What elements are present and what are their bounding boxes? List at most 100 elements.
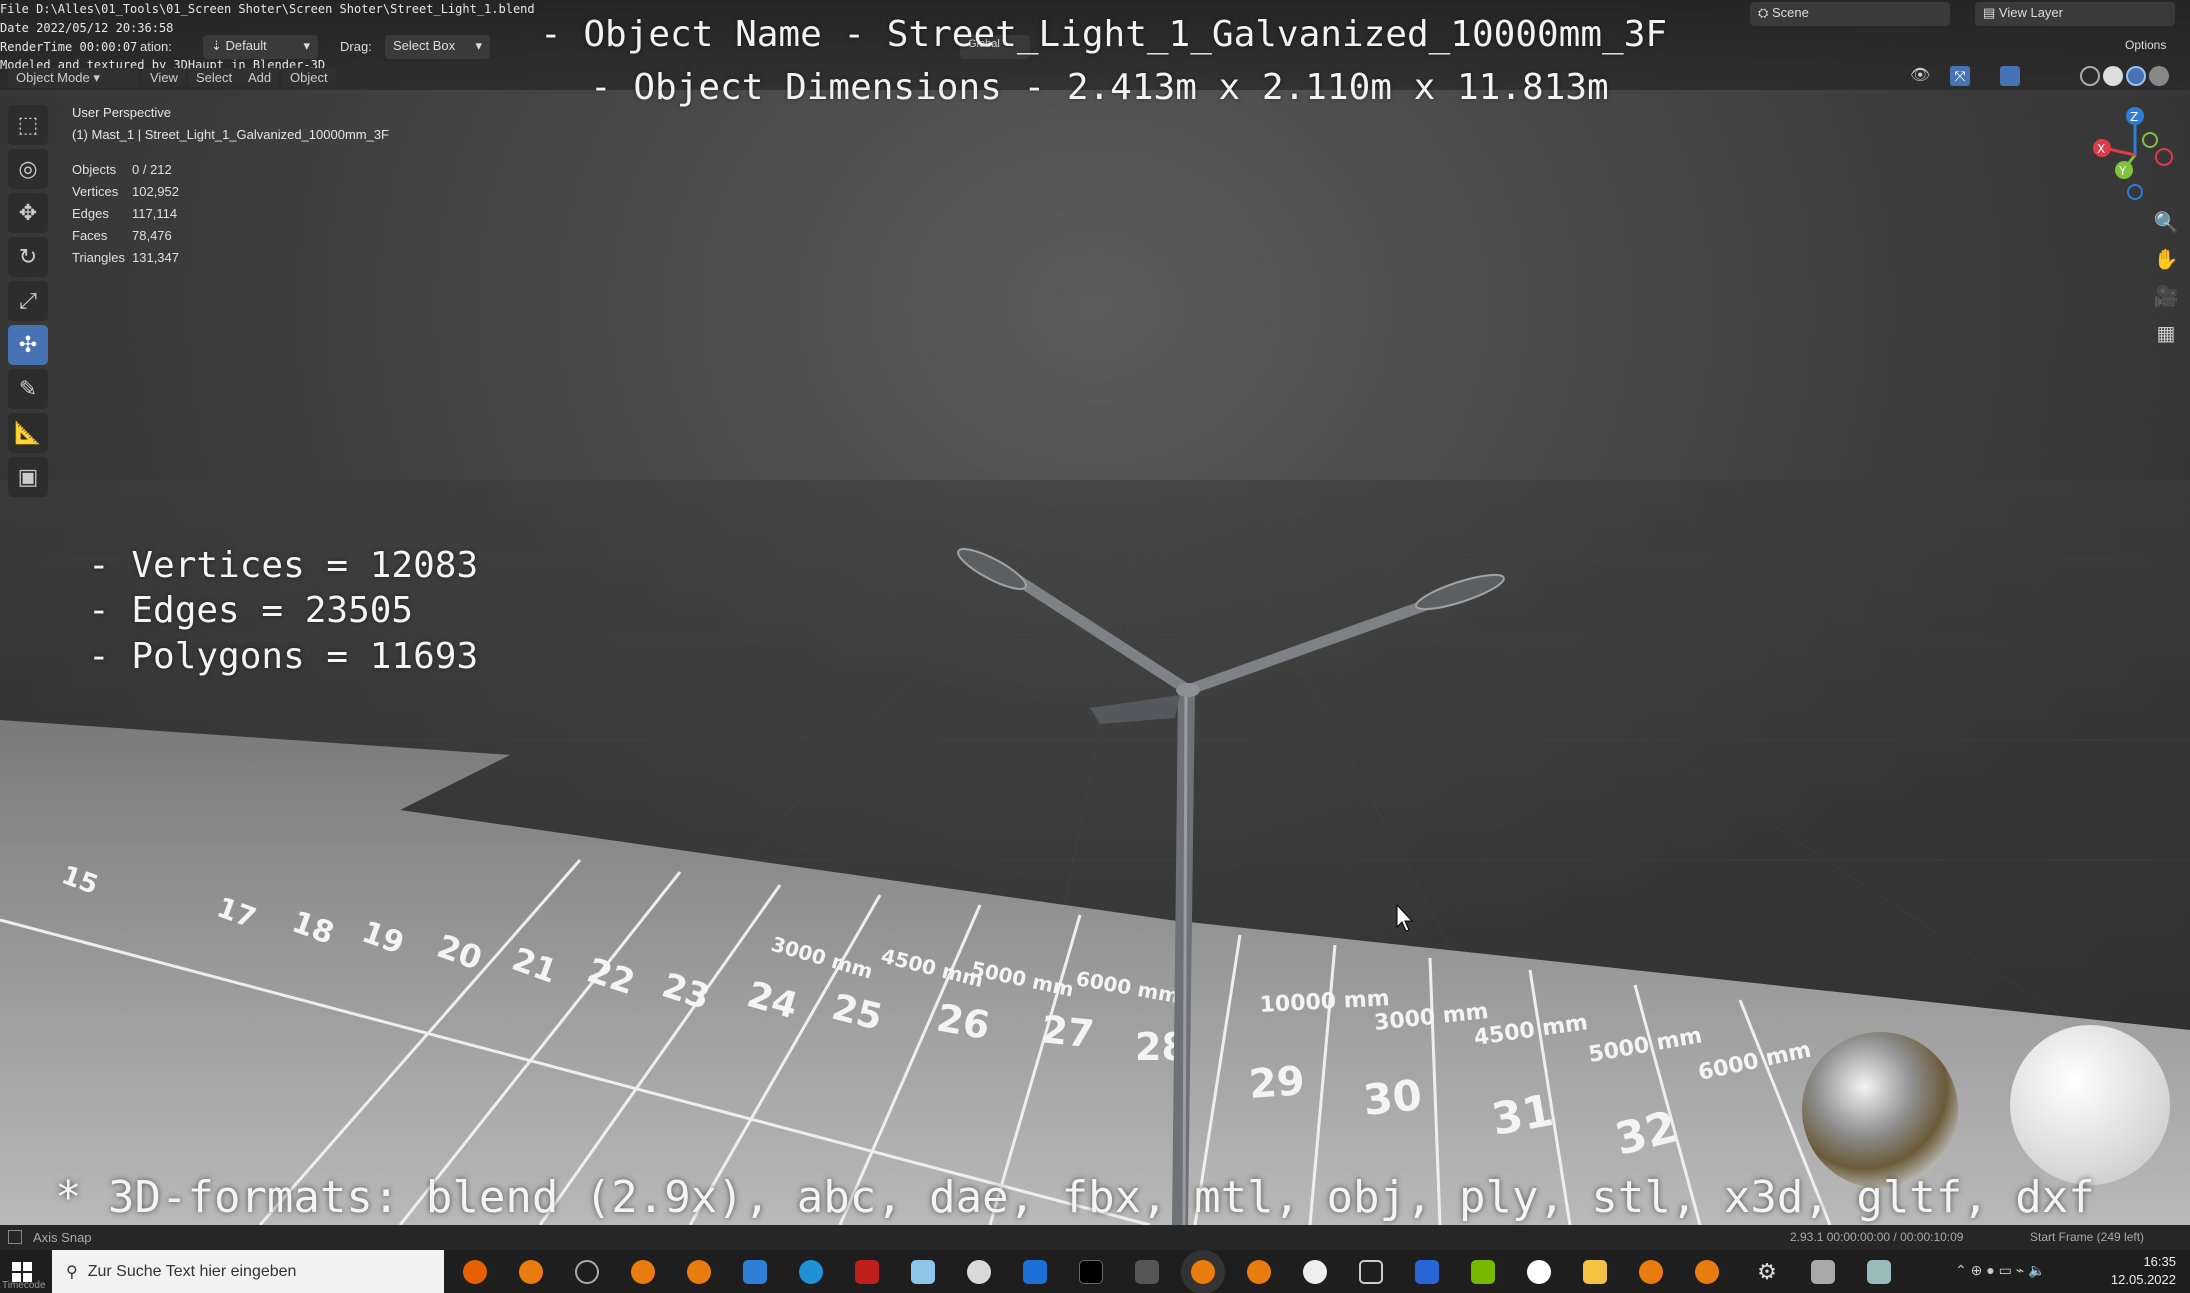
vertices-overlay: - Vertices = 12083 <box>88 545 479 586</box>
menu-select[interactable]: Select <box>188 68 241 87</box>
zoom-icon[interactable]: 🔍 <box>2150 206 2182 238</box>
ground-number: 29 <box>1247 1058 1306 1108</box>
blender-icon[interactable] <box>519 1260 543 1284</box>
object-mode-dropdown[interactable]: Object Mode ▾ <box>8 68 139 88</box>
drag-label: Drag: <box>340 39 372 54</box>
navigation-gizmo[interactable]: Z Y X <box>2090 100 2180 210</box>
date-text: Date 2022/05/12 20:36:58 <box>0 21 174 35</box>
options-button[interactable]: Options <box>2125 38 2166 52</box>
taskbar-clock[interactable]: 16:35 12.05.2022 <box>2111 1253 2176 1289</box>
solid-shading-button[interactable] <box>2103 66 2123 86</box>
blender-icon[interactable] <box>631 1260 655 1284</box>
app-notes-icon[interactable] <box>911 1260 935 1284</box>
rotate-icon[interactable]: ↻ <box>8 237 48 277</box>
menu-add[interactable]: Add <box>240 68 280 87</box>
app-panda-icon[interactable] <box>1303 1260 1327 1284</box>
edge-browser-icon[interactable] <box>799 1260 823 1284</box>
blender-active-icon[interactable] <box>1191 1260 1215 1284</box>
chrome-sphere <box>1802 1032 1958 1188</box>
axis-snap-label: Axis Snap <box>33 1230 92 1245</box>
overlays-toggle-icon[interactable] <box>2000 66 2020 86</box>
blender-icon[interactable] <box>687 1260 711 1284</box>
status-bar: Axis Snap 2.93.1 00:00:00:00 / 00:00:10:… <box>0 1225 2190 1250</box>
white-sphere <box>2010 1025 2170 1185</box>
app-cube-icon[interactable] <box>1359 1260 1383 1284</box>
annotate-icon[interactable]: ✎ <box>8 369 48 409</box>
axis-snap-icon <box>8 1230 22 1244</box>
menu-view[interactable]: View <box>142 68 186 87</box>
ground-number: 27 <box>1039 1007 1096 1056</box>
ground-number: 31 <box>1488 1085 1557 1146</box>
search-icon: ⚲ <box>66 1263 78 1281</box>
windows-start-icon[interactable] <box>12 1262 32 1282</box>
blender-icon[interactable] <box>1247 1260 1271 1284</box>
nvidia-icon[interactable] <box>1471 1260 1495 1284</box>
pan-hand-icon[interactable]: ✋ <box>2150 243 2182 275</box>
chevron-down-icon: ▾ <box>303 38 310 53</box>
ground-number: 26 <box>933 996 993 1049</box>
perspective-label: User Perspective <box>72 105 171 120</box>
3d-viewport[interactable]: 15 17 18 19 20 21 22 23 24 25 26 27 28 2… <box>0 0 2190 1225</box>
calendar-icon[interactable] <box>1415 1260 1439 1284</box>
drag-dropdown[interactable]: Select Box ▾ <box>385 35 490 59</box>
scale-icon[interactable]: ⤢ <box>8 281 48 321</box>
render-time-text: RenderTime 00:00:07 <box>0 40 138 54</box>
app-red-icon[interactable] <box>855 1260 879 1284</box>
taskbar-search-box[interactable]: ⚲ Zur Suche Text hier eingeben <box>52 1250 444 1293</box>
formats-overlay: * 3D-formats: blend (2.9x), abc, dae, fb… <box>55 1172 2095 1223</box>
version-timecode: 2.93.1 00:00:00:00 / 00:00:10:09 <box>1790 1230 1964 1244</box>
move-icon[interactable]: ✥ <box>8 193 48 233</box>
terminal-icon[interactable] <box>1079 1260 1103 1284</box>
app-gray-icon[interactable] <box>1135 1260 1159 1284</box>
app-window-icon[interactable] <box>1811 1260 1835 1284</box>
orientation-icon: ⇣ <box>211 38 226 53</box>
blender-icon[interactable] <box>1639 1260 1663 1284</box>
grid-view-icon[interactable]: ▦ <box>2150 317 2182 349</box>
tool-shelf: ⬚ ◎ ✥ ↻ ⤢ ✣ ✎ 📐 ▣ <box>8 105 48 501</box>
file-explorer-icon[interactable] <box>1583 1260 1607 1284</box>
obs-icon[interactable] <box>575 1260 599 1284</box>
firefox-icon[interactable] <box>463 1260 487 1284</box>
app-circle-icon[interactable] <box>1527 1260 1551 1284</box>
camera-icon[interactable]: 🎥 <box>2150 280 2182 312</box>
ground-number: 30 <box>1361 1070 1424 1125</box>
orientation-dropdown[interactable]: ⇣ Default ▾ <box>203 35 318 59</box>
menu-object[interactable]: Object <box>282 68 336 87</box>
file-path-text: File D:\Alles\01_Tools\01_Screen Shoter\… <box>0 2 535 16</box>
tray-icons[interactable]: ⌃ ⊕ ● ▭ ⌁ 🔈 <box>1955 1262 2045 1279</box>
stat-triangles: Triangles 131,347 <box>72 250 179 265</box>
transform-icon[interactable]: ✣ <box>8 325 48 365</box>
blender-icon[interactable] <box>1695 1260 1719 1284</box>
windows-taskbar: ⚲ Zur Suche Text hier eingeben ⚙ ⌃ ⊕ ● ▭… <box>0 1250 2190 1293</box>
scene-icon: ⛭ <box>1758 5 1773 20</box>
app-doc-icon[interactable] <box>1867 1260 1891 1284</box>
gizmo-toggle-icon[interactable]: ⤧ <box>1950 66 1970 86</box>
rendered-shading-button[interactable] <box>2149 66 2169 86</box>
object-dimensions-overlay: - Object Dimensions - 2.413m x 2.110m x … <box>590 67 1609 108</box>
stat-vertices: Vertices 102,952 <box>72 184 179 199</box>
visibility-icon[interactable]: 👁 <box>1910 66 1930 86</box>
collection-path-label: (1) Mast_1 | Street_Light_1_Galvanized_1… <box>72 127 390 142</box>
measure-icon[interactable]: 📐 <box>8 413 48 453</box>
settings-gear-icon[interactable]: ⚙ <box>1755 1260 1779 1284</box>
select-box-icon[interactable]: ⬚ <box>8 105 48 145</box>
app-blue-icon[interactable] <box>1023 1260 1047 1284</box>
stat-faces: Faces 78,476 <box>72 228 172 243</box>
app-disc-icon[interactable] <box>967 1260 991 1284</box>
scene-selector[interactable]: ⛭ Scene <box>1750 2 1950 26</box>
add-cube-icon[interactable]: ▣ <box>8 457 48 497</box>
mail-icon[interactable] <box>743 1260 767 1284</box>
cursor-icon[interactable]: ◎ <box>8 149 48 189</box>
wireframe-shading-button[interactable] <box>2080 66 2100 86</box>
object-name-overlay: - Object Name - Street_Light_1_Galvanize… <box>540 14 1668 55</box>
svg-text:Y: Y <box>2118 164 2127 178</box>
stat-objects: Objects 0 / 212 <box>72 162 172 177</box>
polygons-overlay: - Polygons = 11693 <box>88 636 479 677</box>
material-preview-shading-button[interactable] <box>2126 66 2146 86</box>
view-layer-selector[interactable]: ▤ View Layer <box>1975 2 2175 26</box>
chevron-down-icon: ▾ <box>475 38 482 53</box>
svg-text:Z: Z <box>2130 110 2138 124</box>
timecode-label: Timecode <box>2 1280 46 1291</box>
start-frame-label: Start Frame (249 left) <box>2030 1230 2145 1244</box>
edges-overlay: - Edges = 23505 <box>88 590 414 631</box>
